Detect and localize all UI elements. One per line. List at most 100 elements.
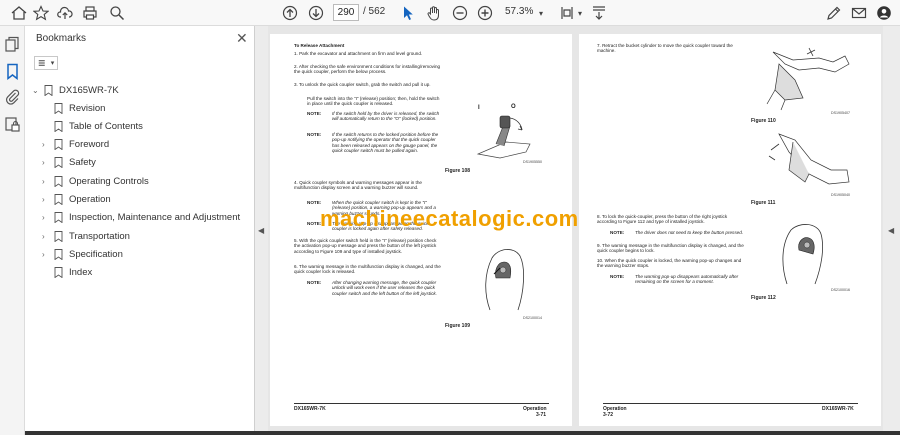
sign-pen-icon[interactable] — [823, 2, 845, 24]
footer-rule — [294, 403, 549, 404]
chevron-down-icon: ▾ — [50, 60, 55, 67]
bookmark-item[interactable]: › Transportation — [42, 228, 130, 244]
step-8: 8. To lock the quick-coupler, press the … — [597, 214, 728, 225]
bookmark-label: Operation — [69, 194, 111, 205]
zoom-out-icon[interactable] — [449, 2, 471, 24]
scroll-mode-icon[interactable] — [588, 2, 610, 24]
attachments-icon[interactable] — [4, 88, 21, 105]
close-icon[interactable]: ✕ — [236, 30, 248, 47]
figure-code: DS2100016 — [831, 288, 850, 292]
upload-cloud-icon[interactable] — [54, 2, 76, 24]
bookmark-label: Transportation — [69, 230, 130, 242]
step-1: 1. Park the excavator and attachment on … — [294, 51, 423, 56]
chevron-right-icon[interactable]: › — [42, 232, 50, 241]
bookmark-options-button[interactable]: ▾ — [34, 56, 58, 70]
bookmark-item[interactable]: Table of Contents — [42, 118, 143, 134]
bookmark-label: Index — [69, 267, 93, 279]
horizontal-scrollbar[interactable] — [25, 431, 900, 435]
bookmark-label: Safety — [69, 157, 96, 169]
bookmark-icon — [54, 175, 63, 187]
bookmark-star-icon[interactable] — [30, 2, 52, 24]
note-text: If the switch held by the driver is rele… — [332, 111, 440, 122]
bookmark-icon — [54, 194, 63, 205]
figure-112-joystick-illustration — [782, 224, 823, 285]
section-heading: To Release Attachment — [294, 43, 345, 48]
bookmark-label: Specification — [69, 248, 123, 260]
figure-caption: Figure 109 — [445, 323, 471, 329]
chevron-right-icon[interactable]: › — [42, 158, 50, 167]
bookmark-item[interactable]: › Operation — [42, 192, 111, 208]
bookmarks-title: Bookmarks — [36, 33, 87, 44]
chevron-right-icon[interactable]: › — [42, 250, 50, 259]
page-thumbnails-icon[interactable] — [4, 36, 21, 53]
figure-108-switch-illustration — [476, 115, 531, 159]
bookmark-icon — [54, 102, 63, 114]
figure-code: DS1905040 — [831, 193, 850, 197]
bookmarks-panel: Bookmarks ✕ ▾ ⌄ DX165WR-7K Revision Table… — [25, 26, 255, 435]
figure-code: DS1905550 — [523, 160, 542, 164]
chevron-right-icon[interactable]: › — [42, 213, 50, 222]
step-2: 2. After checking the safe environment c… — [294, 64, 441, 75]
footer-page-number: 3-71 — [536, 412, 547, 418]
chevron-right-icon[interactable]: › — [42, 177, 50, 186]
account-icon[interactable] — [873, 2, 895, 24]
bookmark-item[interactable]: › Foreword — [42, 137, 109, 153]
next-page-icon[interactable] — [305, 2, 327, 24]
note-label: NOTE: — [610, 274, 625, 279]
print-icon[interactable] — [79, 2, 101, 24]
page-total: / 562 — [363, 6, 386, 17]
bookmark-item[interactable]: › Operating Controls — [42, 173, 149, 189]
bookmark-icon — [54, 230, 63, 242]
footer-model: DX165WR-7K — [294, 406, 326, 412]
left-navigation-rail — [0, 26, 25, 435]
right-panel-splitter[interactable]: ◀ — [883, 26, 900, 435]
left-panel-splitter[interactable]: ◀ — [255, 26, 268, 435]
page-number-input[interactable]: 290 — [333, 4, 359, 21]
select-cursor-icon[interactable] — [397, 2, 419, 24]
toolbar: 290 / 562 57.3% ▾ ▾ — [0, 0, 900, 26]
footer-page-number: 3-72 — [603, 412, 614, 418]
step-3-detail: Pull the switch into the "I" (release) p… — [307, 96, 440, 107]
previous-page-icon[interactable] — [279, 2, 301, 24]
note-label: NOTE: — [307, 200, 322, 205]
bookmark-item[interactable]: › Specification — [42, 246, 123, 262]
note-label: NOTE: — [307, 280, 322, 285]
chevron-down-icon[interactable]: ⌄ — [32, 86, 40, 95]
bookmarks-panel-icon[interactable] — [4, 63, 21, 81]
bookmark-label: Revision — [69, 102, 106, 114]
home-icon[interactable] — [8, 2, 30, 24]
switch-lock-label: O — [511, 104, 516, 110]
options-list-icon — [38, 60, 45, 66]
layers-lock-icon[interactable] — [4, 116, 21, 133]
figure-caption: Figure 108 — [445, 168, 471, 174]
watermark-text: machineecatalogic.com — [320, 206, 579, 231]
note-text: If the switch returns to the locked posi… — [332, 132, 439, 153]
figure-code: DS1905407 — [831, 111, 850, 115]
step-6: 6. The warning message in the multifunct… — [294, 264, 441, 275]
zoom-in-icon[interactable] — [474, 2, 496, 24]
footer-rule — [603, 403, 858, 404]
figure-111-excavator-arm-illustration — [768, 133, 850, 185]
bookmark-item[interactable]: › Safety — [42, 155, 96, 171]
search-icon[interactable] — [106, 2, 128, 24]
figure-110-excavator-arm-illustration — [766, 47, 850, 111]
chevron-right-icon[interactable]: › — [42, 195, 50, 204]
bookmark-icon — [54, 267, 63, 279]
bookmark-item[interactable]: Revision — [42, 100, 105, 116]
chevron-right-icon[interactable]: › — [42, 140, 50, 149]
zoom-dropdown-icon[interactable]: ▾ — [530, 2, 552, 24]
bookmark-label: Foreword — [69, 139, 110, 151]
bookmark-icon — [54, 139, 63, 151]
note-label: NOTE: — [610, 230, 625, 235]
bookmark-item[interactable]: › Inspection, Maintenance and Adjustment — [42, 210, 240, 226]
step-4: 4. Quick coupler symbols and warning mes… — [294, 180, 422, 191]
hand-tool-icon[interactable] — [423, 2, 445, 24]
mail-icon[interactable] — [848, 2, 870, 24]
expand-right-icon[interactable]: ◀ — [888, 226, 894, 235]
collapse-left-icon[interactable]: ◀ — [258, 226, 264, 235]
bookmark-root[interactable]: ⌄ DX165WR-7K — [32, 82, 119, 98]
figure-caption: Figure 112 — [751, 295, 776, 301]
figure-caption: Figure 111 — [751, 200, 776, 206]
bookmark-item[interactable]: Index — [42, 265, 92, 281]
note-label: NOTE: — [307, 132, 322, 137]
